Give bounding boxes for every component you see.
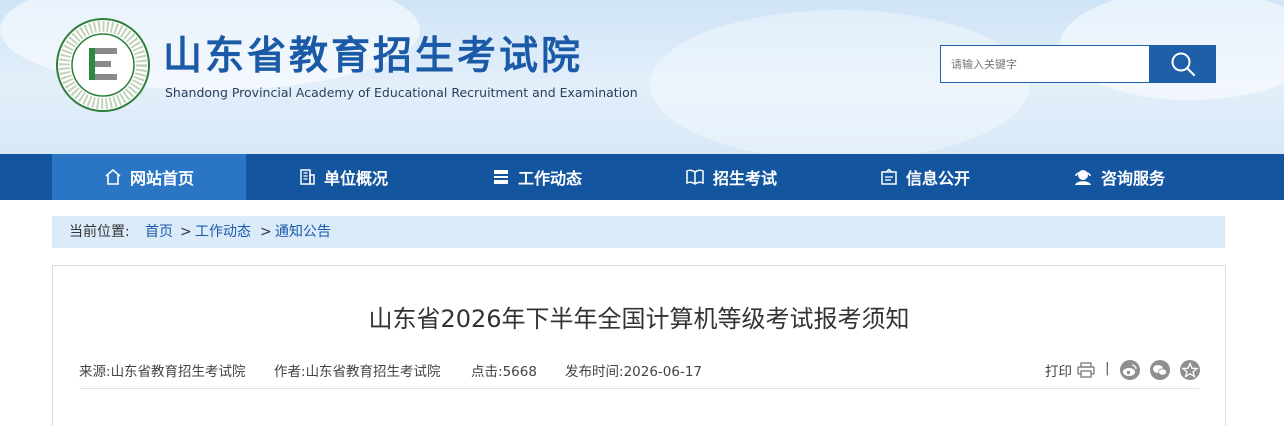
- building-icon: [300, 169, 315, 185]
- search-input[interactable]: [940, 45, 1159, 83]
- print-button[interactable]: 打印: [1045, 360, 1072, 380]
- wechat-icon-glyph: [1153, 365, 1167, 376]
- site-logo[interactable]: [56, 18, 150, 112]
- article-author: 作者:山东省教育招生考试院: [274, 360, 441, 380]
- breadcrumb-separator: >: [180, 224, 192, 240]
- article-source: 来源:山东省教育招生考试院: [79, 360, 246, 380]
- star-icon: [1181, 361, 1199, 378]
- date-label: 发布时间:: [565, 364, 624, 380]
- book-icon: [686, 169, 704, 185]
- nav-item-services[interactable]: 咨询服务: [1022, 154, 1216, 200]
- nav-label: 单位概况: [323, 169, 388, 188]
- article-date: 发布时间:2026-06-17: [565, 360, 702, 380]
- search-bar: [940, 45, 1216, 83]
- source-value: 山东省教育招生考试院: [110, 364, 246, 380]
- site-title: 山东省教育招生考试院: [163, 34, 584, 79]
- breadcrumb-separator: >: [260, 224, 272, 240]
- author-label: 作者:: [274, 364, 306, 380]
- news-icon: [493, 170, 508, 184]
- notice-icon: [881, 168, 897, 185]
- breadcrumb-link-home[interactable]: 首页: [145, 224, 173, 240]
- breadcrumb-link-notices[interactable]: 通知公告: [275, 224, 331, 240]
- wechat-icon[interactable]: [1150, 360, 1170, 380]
- support-icon: [1074, 170, 1091, 185]
- breadcrumb: 当前位置: 首页 > 工作动态 > 通知公告: [52, 216, 1225, 248]
- site-header: 山东省教育招生考试院 Shandong Provincial Academy o…: [0, 0, 1284, 154]
- main-nav: 网站首页 单位概况 工作动态 招生考试 信息公开 咨询服务: [0, 154, 1284, 200]
- author-value: 山东省教育招生考试院: [305, 364, 441, 380]
- favorite-icon[interactable]: [1180, 360, 1200, 380]
- date-value: 2026-06-17: [623, 364, 703, 380]
- clicks-value: 5668: [502, 364, 537, 380]
- home-icon: [105, 168, 121, 185]
- weibo-icon[interactable]: [1120, 360, 1140, 380]
- article-panel: 山东省2026年下半年全国计算机等级考试报考须知 来源:山东省教育招生考试院 作…: [52, 265, 1226, 426]
- search-button[interactable]: [1149, 45, 1216, 83]
- site-subtitle: Shandong Provincial Academy of Education…: [165, 85, 638, 100]
- breadcrumb-prefix: 当前位置:: [69, 224, 130, 240]
- nav-item-info[interactable]: 信息公开: [828, 154, 1022, 200]
- print-label: 打印: [1045, 364, 1072, 380]
- nav-item-home[interactable]: 网站首页: [52, 154, 246, 200]
- article-clicks: 点击:5668: [471, 360, 537, 380]
- source-label: 来源:: [79, 364, 111, 380]
- nav-label: 工作动态: [517, 169, 582, 188]
- nav-label: 招生考试: [712, 169, 777, 188]
- printer-icon[interactable]: [1077, 362, 1095, 378]
- nav-item-news[interactable]: 工作动态: [440, 154, 634, 200]
- share-separator: |: [1105, 360, 1110, 376]
- nav-label: 信息公开: [905, 169, 970, 188]
- nav-item-about[interactable]: 单位概况: [246, 154, 440, 200]
- nav-item-exams[interactable]: 招生考试: [634, 154, 828, 200]
- nav-label: 网站首页: [129, 169, 194, 188]
- clicks-label: 点击:: [471, 364, 503, 380]
- search-icon: [1171, 52, 1195, 77]
- meta-divider: [80, 388, 1199, 389]
- nav-label: 咨询服务: [1100, 169, 1165, 188]
- article-title: 山东省2026年下半年全国计算机等级考试报考须知: [368, 305, 910, 333]
- weibo-icon-glyph: [1123, 364, 1137, 376]
- breadcrumb-link-news[interactable]: 工作动态: [195, 224, 251, 240]
